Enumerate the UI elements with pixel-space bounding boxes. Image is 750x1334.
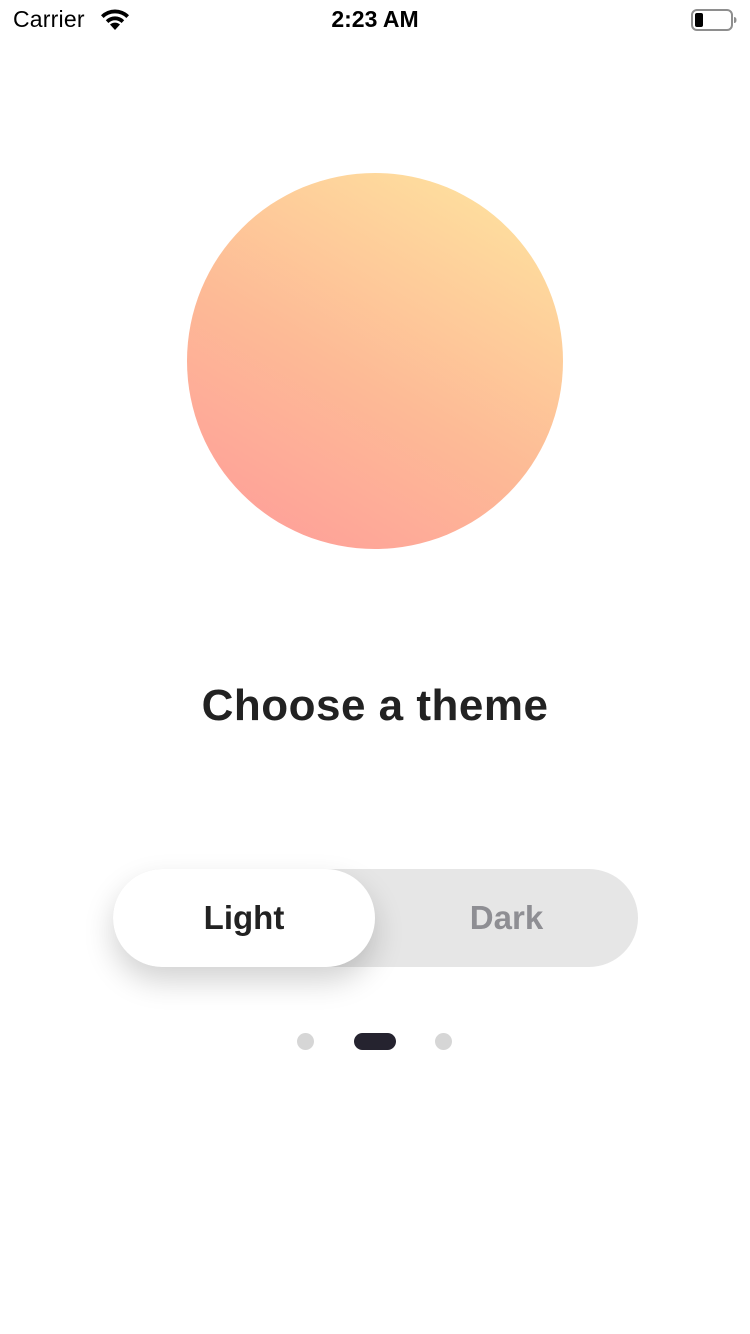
page-dot-1[interactable] <box>297 1033 314 1050</box>
status-time: 2:23 AM <box>331 6 419 32</box>
theme-toggle: Dark Light <box>113 869 638 967</box>
battery-icon <box>691 9 737 31</box>
page-dot-2-active[interactable] <box>354 1033 396 1050</box>
theme-option-light[interactable]: Light <box>113 869 375 967</box>
page-title: Choose a theme <box>201 681 549 730</box>
page-dot-3[interactable] <box>435 1033 452 1050</box>
status-bar: Carrier 2:23 AM <box>0 0 750 40</box>
theme-preview-circle <box>187 173 563 549</box>
page-indicator <box>0 1033 750 1051</box>
theme-option-dark[interactable]: Dark <box>375 869 638 967</box>
